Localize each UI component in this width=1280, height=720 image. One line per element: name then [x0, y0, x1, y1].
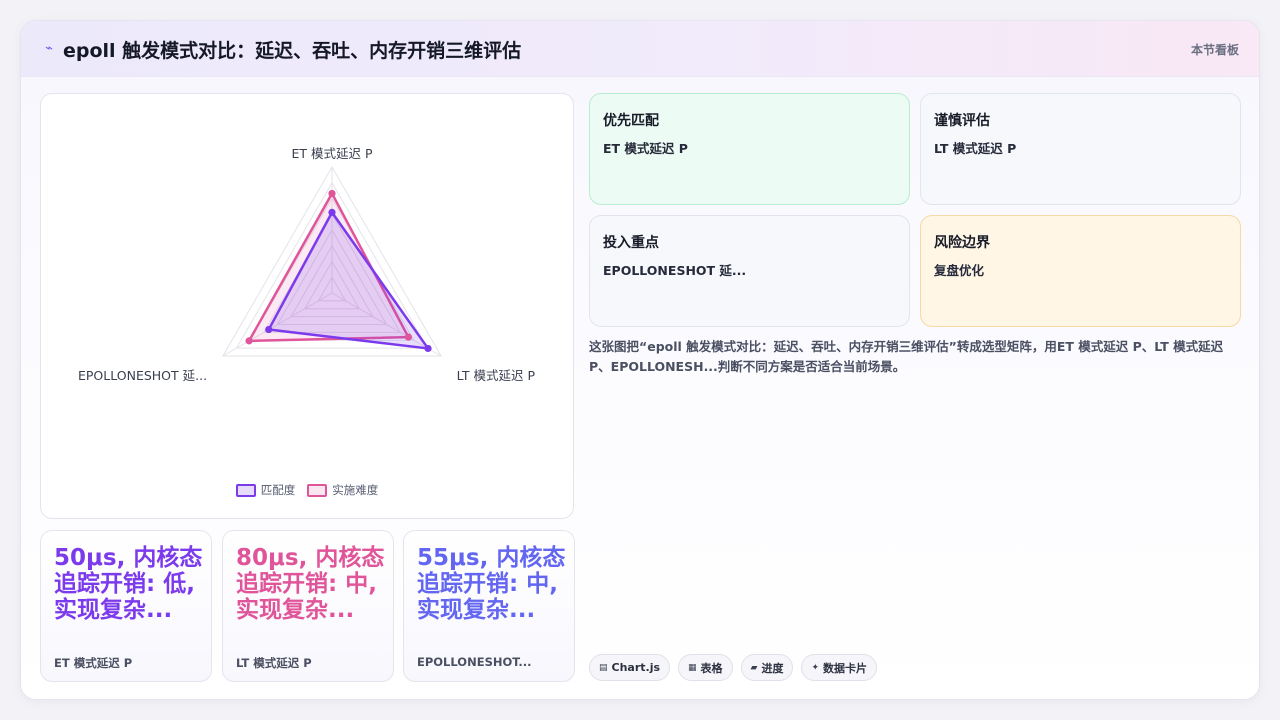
tag-label: 表格 [700, 661, 723, 675]
tag-progress[interactable]: ▰ 进度 [740, 654, 794, 681]
table-icon: ▦ [688, 662, 697, 673]
tile-careful-eval: 谨慎评估 LT 模式延迟 P [920, 93, 1241, 205]
tile-text: ET 模式延迟 P [603, 141, 688, 156]
tile-title: 优先匹配 [603, 113, 659, 129]
board-link[interactable]: 本节看板 [1191, 41, 1239, 58]
tag-table[interactable]: ▦ 表格 [678, 654, 733, 681]
tag-label: 数据卡片 [823, 661, 868, 675]
stat-value: 50μs, 内核态追踪开销: 低, 实现复杂... [54, 545, 203, 623]
legend-swatch-difficulty [307, 483, 328, 497]
legend-item-match[interactable]: 匹配度 [235, 482, 296, 498]
radar-axis-label: ET 模式延迟 P [291, 146, 372, 161]
tile-title: 风险边界 [934, 235, 990, 251]
tile-invest-focus: 投入重点 EPOLLONESHOT 延... [589, 215, 910, 327]
radar-point [328, 208, 336, 216]
radar-chart-panel: ET 模式延迟 P LT 模式延迟 P EPOLLONESHOT 延... 匹配度 … [40, 93, 574, 519]
radar-axis-label: EPOLLONESHOT 延... [78, 368, 207, 383]
tag-label: Chart.js [611, 661, 661, 674]
stat-value: 80μs, 内核态追踪开销: 中, 实现复杂... [236, 545, 385, 623]
chart-legend: 匹配度 实施难度 [41, 482, 573, 498]
page-title: epoll 触发模式对比：延迟、吞吐、内存开销三维评估 [63, 40, 522, 62]
radar-axis-label: LT 模式延迟 P [457, 368, 536, 383]
legend-label-difficulty: 实施难度 [332, 483, 379, 497]
tile-title: 投入重点 [603, 235, 659, 251]
radar-point [265, 325, 273, 334]
chart-description: 这张图把“epoll 触发模式对比：延迟、吞吐、内存开销三维评估”转成选型矩阵，… [589, 339, 1224, 374]
sparkle-icon: ✦ [811, 662, 820, 673]
legend-label-match: 匹配度 [260, 483, 296, 497]
tag-data-card[interactable]: ✦ 数据卡片 [801, 654, 878, 681]
progress-icon: ▰ [750, 662, 758, 673]
tile-text: EPOLLONESHOT 延... [603, 263, 747, 278]
stat-label: LT 模式延迟 P [236, 656, 312, 670]
stat-label: EPOLLONESHOT... [417, 655, 532, 669]
stat-label: ET 模式延迟 P [54, 656, 133, 670]
stat-card-lt: 80μs, 内核态追踪开销: 中, 实现复杂... LT 模式延迟 P [222, 530, 394, 682]
stat-value: 55μs, 内核态追踪开销: 中, 实现复杂... [417, 545, 566, 623]
tile-risk-boundary: 风险边界 复盘优化 [920, 215, 1241, 327]
chart-icon: ▤ [599, 662, 608, 673]
radar-point [424, 344, 432, 353]
legend-item-difficulty[interactable]: 实施难度 [307, 482, 378, 498]
stat-card-oneshot: 55μs, 内核态追踪开销: 中, 实现复杂... EPOLLONESHOT..… [403, 530, 575, 682]
radar-chart: ET 模式延迟 P LT 模式延迟 P EPOLLONESHOT 延... [78, 146, 536, 383]
stat-card-et: 50μs, 内核态追踪开销: 低, 实现复杂... ET 模式延迟 P [40, 530, 212, 682]
tile-priority-match: 优先匹配 ET 模式延迟 P [589, 93, 910, 205]
legend-swatch-match [235, 483, 256, 497]
tile-text: LT 模式延迟 P [934, 141, 1017, 156]
radar-point [245, 337, 253, 345]
radar-point [404, 333, 412, 341]
tile-text: 复盘优化 [934, 263, 985, 278]
radar-point [328, 189, 336, 198]
feature-tags: ▤ Chart.js ▦ 表格 ▰ 进度 ✦ 数据卡片 [589, 654, 878, 681]
tag-label: 进度 [761, 661, 784, 675]
pulse-icon: ⌁ [45, 41, 53, 56]
tag-chartjs[interactable]: ▤ Chart.js [589, 654, 671, 681]
tile-title: 谨慎评估 [934, 113, 990, 129]
header: ⌁ epoll 触发模式对比：延迟、吞吐、内存开销三维评估 本节看板 [21, 21, 1259, 77]
dashboard-card: ⌁ epoll 触发模式对比：延迟、吞吐、内存开销三维评估 本节看板 ET 模式… [20, 20, 1260, 700]
